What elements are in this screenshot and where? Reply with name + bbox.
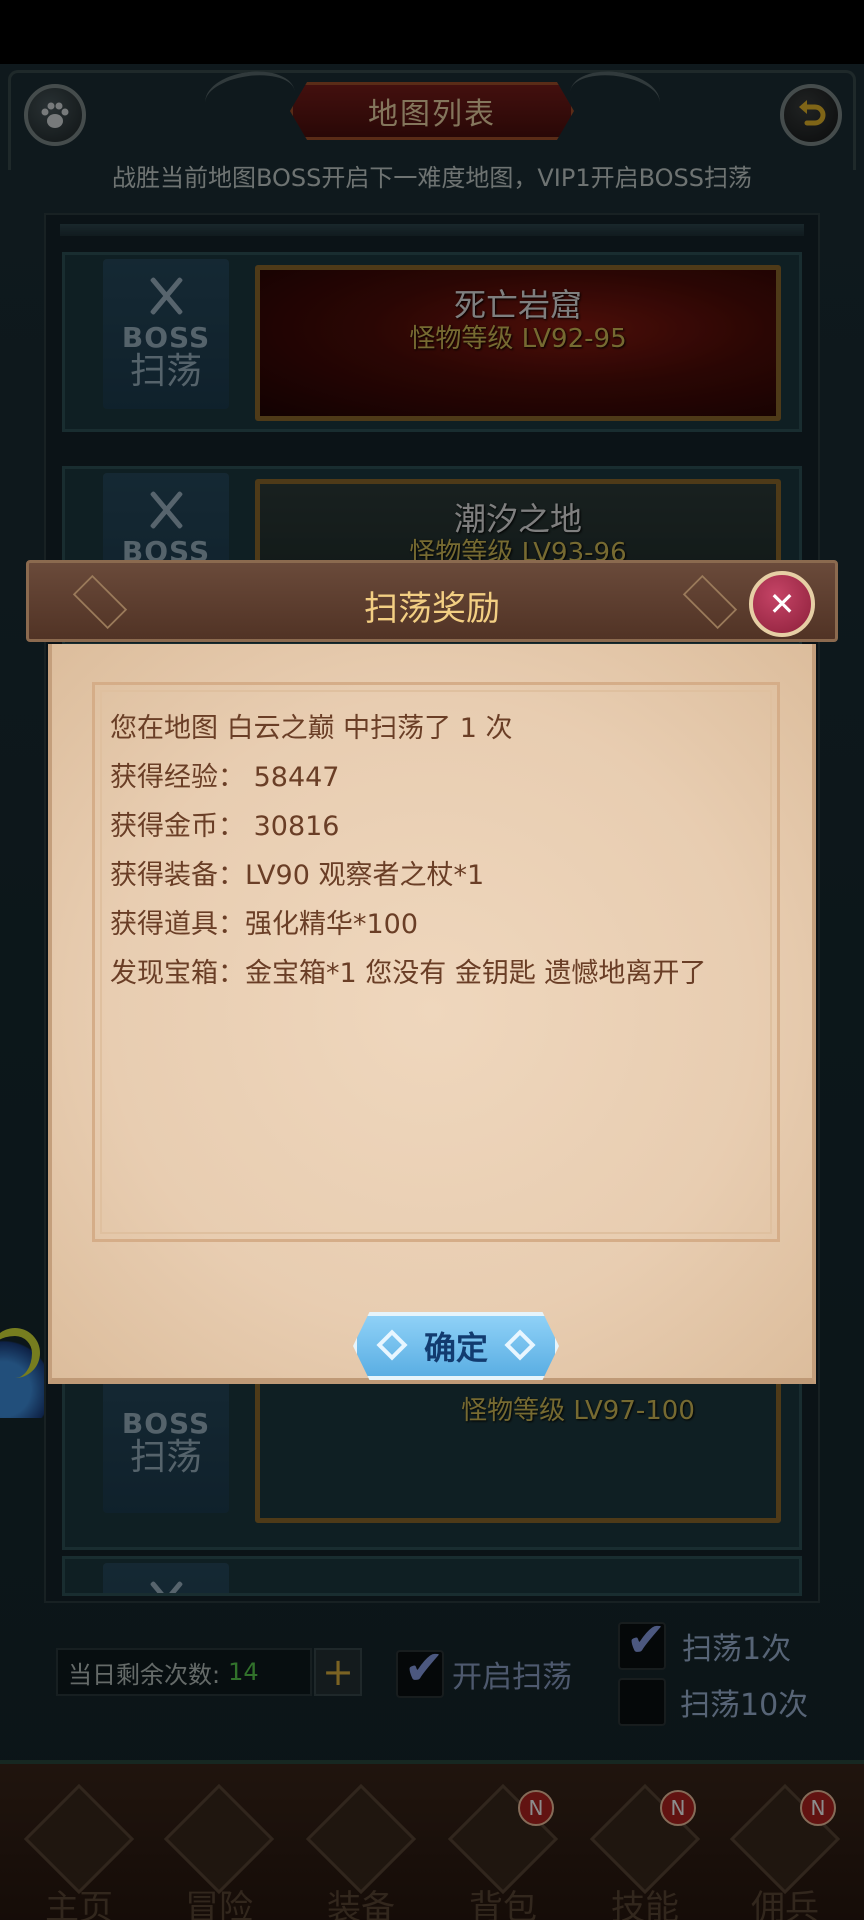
close-icon: ✕ <box>768 585 796 623</box>
reward-line: 获得道具：强化精华*100 <box>110 909 419 940</box>
diamond-ornament-icon <box>376 1329 408 1361</box>
reward-line: 获得金币： 30816 <box>110 811 340 842</box>
dialog-header: 扫荡奖励 ✕ <box>26 560 838 642</box>
sweep-reward-dialog: 扫荡奖励 ✕ 您在地图 白云之巅 中扫荡了 1 次 获得经验： 58447 获得… <box>26 560 838 1410</box>
dialog-body: 您在地图 白云之巅 中扫荡了 1 次 获得经验： 58447 获得金币： 308… <box>48 644 816 1384</box>
confirm-label: 确定 <box>423 1329 488 1367</box>
reward-line: 获得装备：LV90 观察者之杖*1 <box>110 860 485 891</box>
reward-list: 您在地图 白云之巅 中扫荡了 1 次 获得经验： 58447 获得金币： 308… <box>110 704 770 998</box>
dialog-title: 扫荡奖励 <box>364 589 500 629</box>
diamond-ornament-icon <box>504 1329 536 1361</box>
close-button[interactable]: ✕ <box>749 571 815 637</box>
confirm-button[interactable]: 确定 <box>353 1312 559 1380</box>
reward-line: 发现宝箱：金宝箱*1 您没有 金钥匙 遗憾地离开了 <box>110 958 707 989</box>
reward-line: 您在地图 白云之巅 中扫荡了 1 次 <box>110 713 513 744</box>
reward-line: 获得经验： 58447 <box>110 762 340 793</box>
